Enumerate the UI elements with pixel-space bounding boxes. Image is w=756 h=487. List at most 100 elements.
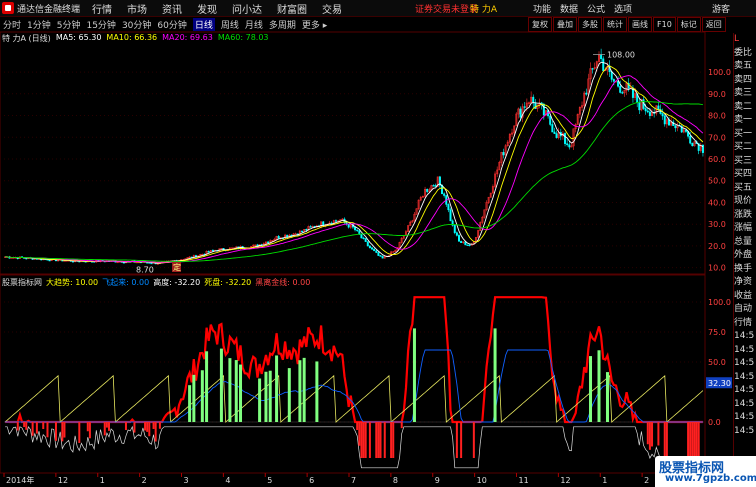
candle-body xyxy=(591,68,594,70)
menu-wealth[interactable]: 财富圈 xyxy=(277,1,307,16)
candle-body xyxy=(644,108,647,112)
candle-body xyxy=(354,226,357,231)
overlay-button[interactable]: 叠加 xyxy=(553,17,577,32)
mark-button[interactable]: 标记 xyxy=(676,17,701,32)
x-tick-label: 11 xyxy=(519,476,529,485)
statistics-button[interactable]: 统计 xyxy=(603,17,627,32)
indicator-dqs: 大趋势: 10.00 xyxy=(46,278,99,287)
menu-formula[interactable]: 公式 xyxy=(587,2,605,15)
candle-body xyxy=(523,106,526,108)
candle-body xyxy=(663,115,666,125)
candle-body xyxy=(305,229,308,231)
marker-label: 定 xyxy=(173,262,181,272)
indicator-red-spike xyxy=(46,422,49,438)
period-30min[interactable]: 30分钟 xyxy=(122,18,151,31)
menu-quotes[interactable]: 行情 xyxy=(92,1,112,16)
candle-body xyxy=(661,113,664,117)
candle-body xyxy=(689,136,692,144)
period-5min[interactable]: 5分钟 xyxy=(57,18,81,31)
restore-rights-button[interactable]: 复权 xyxy=(528,17,552,32)
multi-stock-button[interactable]: 多股 xyxy=(578,17,602,32)
candle-body xyxy=(371,247,374,250)
indicator-red-spike xyxy=(657,422,660,446)
period-daily[interactable]: 日线 xyxy=(192,18,215,31)
draw-line-button[interactable]: 画线 xyxy=(628,17,652,32)
indicator-green-bar xyxy=(228,358,232,422)
menu-discover[interactable]: 发现 xyxy=(197,1,217,16)
x-tick-label: 2014年 xyxy=(6,475,34,485)
rp-item: 买四 xyxy=(734,169,753,179)
period-timeshare[interactable]: 分时 xyxy=(3,18,21,31)
menu-ask[interactable]: 问小达 xyxy=(232,1,262,16)
rp-item: 委比 xyxy=(734,47,753,58)
menu-trade[interactable]: 交易 xyxy=(322,1,342,16)
indicator-white-line xyxy=(5,425,703,469)
price-tick-label: 30.0 xyxy=(708,220,726,229)
candle-body xyxy=(455,232,458,236)
f10-button[interactable]: F10 xyxy=(653,17,676,32)
back-button[interactable]: 返回 xyxy=(701,17,726,32)
user-label[interactable]: 游客 xyxy=(712,2,730,15)
indicator-red-spike xyxy=(665,422,668,458)
candle-body xyxy=(277,236,280,239)
menu-function[interactable]: 功能 xyxy=(533,2,551,15)
period-weekly[interactable]: 周线 xyxy=(221,18,239,31)
candle-body xyxy=(551,124,554,133)
indicator-red-spike xyxy=(23,422,26,428)
rp-item: 14:5 xyxy=(734,412,755,422)
rp-item: 卖五 xyxy=(734,61,753,71)
price-tick-label: 60.0 xyxy=(708,155,726,164)
indicator-red-spike xyxy=(358,422,361,446)
menu-market[interactable]: 市场 xyxy=(127,1,147,16)
candle-body xyxy=(373,248,376,252)
price-tick-label: 100.0 xyxy=(708,68,731,77)
indicator-red-spike xyxy=(42,422,45,429)
indicator-gd: 高度: -32.20 xyxy=(153,278,201,287)
period-monthly[interactable]: 月线 xyxy=(245,18,263,31)
price-tick-label: 50.0 xyxy=(708,177,726,186)
ma5-value: MA5: 65.30 xyxy=(55,33,102,42)
period-1min[interactable]: 1分钟 xyxy=(27,18,51,31)
candle-body xyxy=(301,230,304,233)
candle-body xyxy=(362,237,365,240)
main-chart[interactable]: 10.020.030.040.050.060.070.080.090.0100.… xyxy=(0,0,756,487)
period-15min[interactable]: 15分钟 xyxy=(86,18,115,31)
period-more[interactable]: 更多 ▸ xyxy=(302,18,327,31)
rp-item: 14:5 xyxy=(734,358,755,368)
indicator-name[interactable]: 股票指标网 xyxy=(2,277,42,289)
period-60min[interactable]: 60分钟 xyxy=(157,18,186,31)
indicator-red-spike xyxy=(375,422,378,458)
indicator-red-spike xyxy=(31,422,34,436)
candle-body xyxy=(600,54,603,60)
candle-body xyxy=(334,220,337,222)
indicator-red-spike xyxy=(360,422,363,458)
menu-news[interactable]: 资讯 xyxy=(162,1,182,16)
indicator-red-spike xyxy=(651,422,654,447)
price-tick-label: 80.0 xyxy=(708,112,726,121)
login-warning[interactable]: 证券交易未登录 xyxy=(415,2,478,15)
indicator-red-spike xyxy=(646,422,649,445)
rp-item: 外盘 xyxy=(734,250,753,260)
ma5-line xyxy=(5,61,704,264)
candle-body xyxy=(211,250,214,252)
indicator-green-bar xyxy=(605,372,609,422)
indicator-red-spike xyxy=(86,422,89,432)
indicator-red-spike xyxy=(356,422,359,430)
menu-data[interactable]: 数据 xyxy=(560,2,578,15)
candle-body xyxy=(602,58,605,72)
rp-item: 涨跌 xyxy=(734,209,753,220)
menu-options[interactable]: 选项 xyxy=(614,2,632,15)
indicator-green-bar xyxy=(200,370,204,422)
rp-item: 自动 xyxy=(734,304,753,314)
menu-right: 功能 数据 公式 选项 xyxy=(533,2,632,15)
indicator-header: 股票指标网 大趋势: 10.00 飞起来: 0.00 高度: -32.20 死盘… xyxy=(2,277,310,289)
price-tick-label: 90.0 xyxy=(708,90,726,99)
period-multi[interactable]: 多周期 xyxy=(269,18,296,31)
rp-item: 涨幅 xyxy=(734,223,753,233)
candle-body xyxy=(458,235,460,242)
rp-item: 14:5 xyxy=(734,371,755,382)
candle-body xyxy=(585,92,588,95)
price-tick-label: 20.0 xyxy=(708,242,726,251)
indicator-tick-label: 100.0 xyxy=(708,298,731,307)
indicator-green-bar xyxy=(493,328,497,422)
